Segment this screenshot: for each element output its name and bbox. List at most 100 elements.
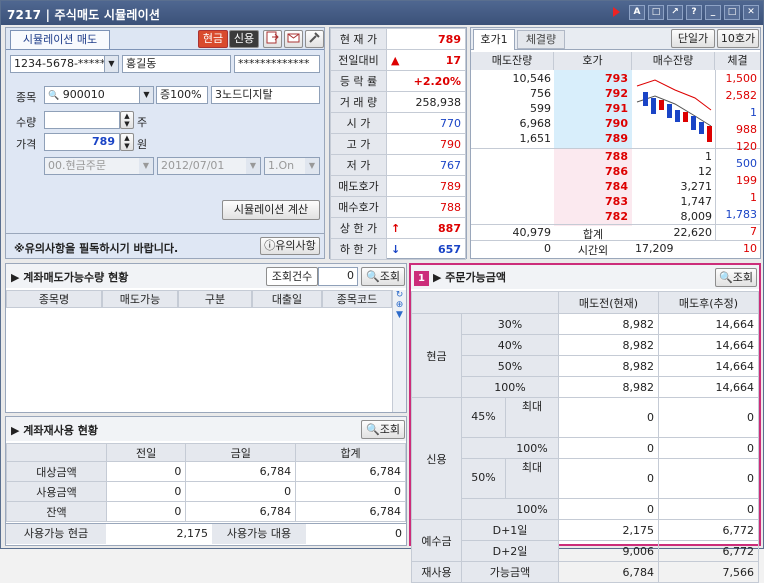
bid-price[interactable]: 788 [554, 150, 628, 163]
notice-button[interactable]: ⓘ유의사항 [260, 237, 320, 255]
table-row: 100% 0 0 [412, 498, 759, 520]
ask-price[interactable]: 790 [554, 117, 628, 130]
price-unit: 원 [137, 138, 148, 151]
ask-price[interactable]: 792 [554, 87, 628, 100]
cell: 7,566 [658, 561, 759, 583]
bid-price[interactable]: 784 [554, 180, 628, 193]
quantity-stepper[interactable]: ▲ ▼ [120, 111, 134, 129]
price-input[interactable]: 789 [44, 133, 120, 151]
play-icon[interactable] [613, 7, 620, 17]
sellable-qty-panel: ▶ 계좌매도가능수량 현황 조회건수 0 🔍조회 종목명 매도가능 구분 대출일… [5, 263, 407, 413]
cell: 0 [558, 498, 659, 520]
quote-number: 789 [440, 179, 461, 193]
chevron-down-icon[interactable]: ▼ [305, 158, 319, 174]
cash-button[interactable]: 현금 [198, 30, 228, 48]
chevron-down-icon[interactable]: ▼ [139, 158, 153, 174]
cell: 0 [295, 481, 406, 502]
tab-quote1[interactable]: 호가1 [473, 29, 515, 50]
row-label: 30% [461, 313, 559, 335]
col-stock-code: 종목코드 [322, 290, 392, 308]
row-label: 40% [461, 334, 559, 356]
quote-row: 전일대비 ▲ 17 [330, 49, 466, 71]
order-available-panel: 1 ▶ 주문가능금액 🔍조회 매도전(현재) 매도후(추정) 현금 30% 8,982 1… [409, 263, 761, 583]
fill-qty: 1,783 [725, 208, 758, 221]
stock-label: 종목 [16, 91, 37, 104]
bid-price[interactable]: 783 [554, 195, 628, 208]
single-price-button[interactable]: 단일가 [671, 29, 715, 48]
quote-value: +2.20% [386, 70, 466, 92]
row-label: D+1일 [461, 519, 559, 541]
tab-simulation-sell[interactable]: 시뮬레이션 매도 [10, 30, 110, 50]
add-icon[interactable]: ⊕ [393, 300, 406, 310]
credit-button[interactable]: 신용 [229, 30, 259, 48]
search-icon[interactable]: 🔍 [48, 91, 59, 101]
popout-button[interactable]: ↗ [667, 5, 683, 20]
chevron-down-icon[interactable]: ▼ [139, 87, 153, 103]
cell: 0 [658, 397, 759, 438]
book-header-bid-qty: 매수잔량 [632, 52, 715, 70]
close-button[interactable]: ✕ [743, 5, 759, 20]
ask-price[interactable]: 791 [554, 102, 628, 115]
date-select[interactable]: 2012/07/01 ▼ [157, 157, 261, 175]
quote-value: ▲ 17 [386, 49, 466, 71]
reuse-query-button[interactable]: 🔍조회 [361, 420, 405, 439]
order-available-query-button[interactable]: 🔍조회 [715, 268, 757, 287]
reuse-title-text: 계좌재사용 현황 [23, 424, 98, 437]
maximize-button[interactable]: □ [724, 5, 740, 20]
export-icon[interactable] [263, 30, 282, 48]
table-row: D+2일 9,006 6,772 [412, 540, 759, 562]
order-available-query-label: 조회 [732, 271, 753, 284]
link-button[interactable]: □ [648, 5, 664, 20]
account-select[interactable]: 1234-5678-***** ▼ [10, 55, 119, 73]
refresh-icon[interactable]: ↻ [393, 290, 406, 300]
cell: 6,772 [658, 519, 759, 541]
quote-row: 매도호가 789 [330, 175, 466, 197]
quote-value: 770 [386, 112, 466, 134]
quote-row: 등 락 률 +2.20% [330, 70, 466, 92]
bid-price[interactable]: 786 [554, 165, 628, 178]
order-type-select[interactable]: 00.현금주문 ▼ [44, 157, 154, 175]
quantity-input[interactable] [44, 111, 120, 129]
font-size-button[interactable]: A [629, 5, 645, 20]
book-header-ask-qty: 매도잔량 [471, 52, 554, 70]
tab-trade-volume[interactable]: 체결량 [517, 30, 565, 49]
scrollbar[interactable]: ↻ ⊕ ▼ [392, 290, 406, 412]
row-label: 최대 [521, 400, 543, 413]
reuse-panel: ▶ 계좌재사용 현황 🔍조회 전일 금일 합계 대상금액 0 6,784 6,784 사용… [5, 416, 407, 546]
order-available-table: 매도전(현재) 매도후(추정) 현금 30% 8,982 14,664 40% 8,982… [411, 291, 759, 583]
stock-code-input[interactable]: 🔍 900010 ▼ [44, 86, 154, 104]
tool-icon[interactable] [305, 30, 324, 48]
chevron-down-icon[interactable]: ▼ [246, 158, 260, 174]
fill-qty: 500 [736, 157, 757, 170]
simulation-calc-button[interactable]: 시뮬레이션 계산 [222, 200, 320, 220]
sellable-query-button[interactable]: 🔍조회 [361, 267, 405, 286]
ten-quote-button[interactable]: 10호가 [717, 29, 759, 48]
fill-qty: 199 [736, 174, 757, 187]
reuse-group-label: 재사용 [411, 561, 462, 583]
cell: 0 [105, 461, 187, 482]
price-stepper[interactable]: ▲ ▼ [120, 133, 134, 151]
cell: 0 [105, 481, 187, 502]
order-book-panel: 호가1 체결량 단일가 10호가 매도잔량 호가 매수잔량 체결 10,546 7… [470, 27, 761, 259]
fill-qty: 1 [750, 106, 757, 119]
ask-price[interactable]: 793 [554, 72, 628, 85]
ask-price[interactable]: 789 [554, 132, 628, 145]
quote-row: 거 래 량 258,938 [330, 91, 466, 113]
upper-limit-icon: ↑ [391, 221, 401, 235]
chevron-down-icon[interactable]: ▼ [104, 56, 118, 72]
interval-select[interactable]: 1.On ▼ [264, 157, 320, 175]
quote-label: 거 래 량 [330, 91, 387, 113]
ask-qty: 756 [530, 87, 551, 100]
cell: 0 [558, 397, 659, 438]
bid-qty: 1,747 [680, 195, 713, 208]
quote-number: 17 [445, 53, 461, 67]
scroll-down-icon[interactable]: ▼ [393, 310, 406, 320]
mail-icon[interactable] [284, 30, 303, 48]
help-button[interactable]: ? [686, 5, 702, 20]
bid-price[interactable]: 782 [554, 210, 628, 223]
password-field[interactable]: ************* [234, 55, 320, 73]
fill-qty: 1,500 [725, 72, 758, 85]
avail-loan-value: 0 [395, 527, 402, 540]
minimize-button[interactable]: _ [705, 5, 721, 20]
sellable-title: ▶ 계좌매도가능수량 현황 [11, 271, 129, 284]
